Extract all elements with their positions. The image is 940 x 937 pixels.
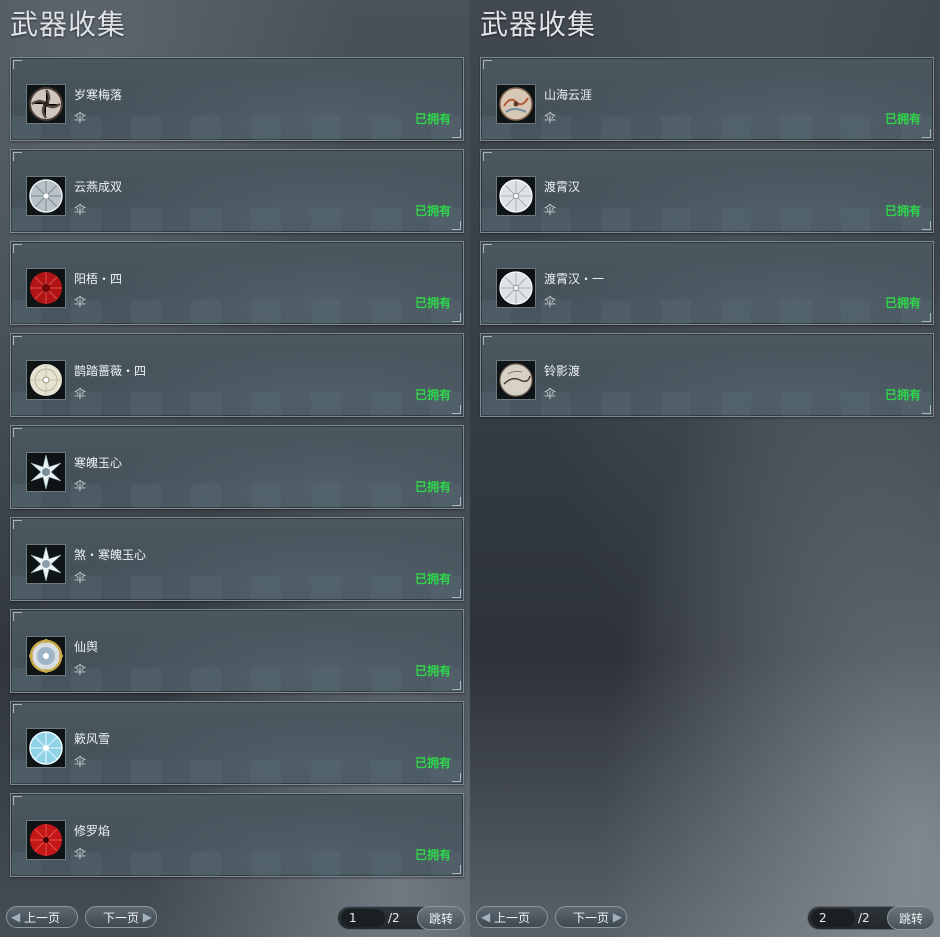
umbrella-icon-ice <box>26 728 66 768</box>
weapon-type: 伞 <box>74 203 87 217</box>
weapon-list: 山海云涯 伞 已拥有 渡霄汉 伞 已拥有 渡霄汉・一 伞 已拥有 铃影渡 伞 已… <box>480 57 934 425</box>
weapon-list: 岁寒梅落 伞 已拥有 云燕成双 伞 已拥有 阳梧・四 伞 已拥有 鹊踏蔷薇・四 … <box>10 57 464 885</box>
page-total: /2 <box>388 911 400 925</box>
page-jump-box: 1 /2 跳转 <box>337 906 465 930</box>
weapon-card[interactable]: 云燕成双 伞 已拥有 <box>10 149 464 233</box>
pagination: ◀ 上一页 下一页 ▶ 1 /2 跳转 <box>0 906 470 930</box>
weapon-type: 伞 <box>74 295 87 309</box>
weapon-name: 寒魄玉心 <box>74 456 123 470</box>
umbrella-icon-painted <box>496 84 536 124</box>
weapon-type: 伞 <box>74 663 87 677</box>
umbrella-icon-crimson <box>26 820 66 860</box>
owned-status: 已拥有 <box>884 204 921 218</box>
weapon-collection-panel-page-2: 武器收集 山海云涯 伞 已拥有 渡霄汉 伞 已拥有 渡霄汉・一 伞 已拥有 铃影… <box>470 0 940 937</box>
weapon-name: 铃影渡 <box>544 364 581 378</box>
weapon-name: 阳梧・四 <box>74 272 123 286</box>
chevron-right-icon: ▶ <box>612 910 622 924</box>
owned-status: 已拥有 <box>414 664 451 678</box>
weapon-type: 伞 <box>74 755 87 769</box>
next-page-button[interactable]: 下一页 ▶ <box>555 906 627 928</box>
owned-status: 已拥有 <box>414 572 451 586</box>
weapon-card[interactable]: 山海云涯 伞 已拥有 <box>480 57 934 141</box>
chevron-left-icon: ◀ <box>481 910 491 924</box>
umbrella-icon-ink <box>496 360 536 400</box>
owned-status: 已拥有 <box>884 296 921 310</box>
weapon-name: 云燕成双 <box>74 180 123 194</box>
weapon-type: 伞 <box>544 203 557 217</box>
weapon-card[interactable]: 阳梧・四 伞 已拥有 <box>10 241 464 325</box>
weapon-type: 伞 <box>544 111 557 125</box>
weapon-name: 岁寒梅落 <box>74 88 123 102</box>
owned-status: 已拥有 <box>414 848 451 862</box>
umbrella-icon-snowflake <box>26 544 66 584</box>
chevron-left-icon: ◀ <box>11 910 21 924</box>
umbrella-icon-silver <box>26 176 66 216</box>
weapon-name: 修罗焰 <box>74 824 111 838</box>
weapon-card[interactable]: 寒魄玉心 伞 已拥有 <box>10 425 464 509</box>
weapon-name: 煞・寒魄玉心 <box>74 548 147 562</box>
jump-button[interactable]: 跳转 <box>887 906 935 930</box>
weapon-card[interactable]: 渡霄汉・一 伞 已拥有 <box>480 241 934 325</box>
weapon-name: 仙舆 <box>74 640 99 654</box>
prev-page-label: 上一页 <box>23 910 60 925</box>
owned-status: 已拥有 <box>414 204 451 218</box>
weapon-type: 伞 <box>74 847 87 861</box>
weapon-name: 山海云涯 <box>544 88 593 102</box>
page-jump-box: 2 /2 跳转 <box>807 906 935 930</box>
weapon-card[interactable]: 岁寒梅落 伞 已拥有 <box>10 57 464 141</box>
weapon-card[interactable]: 仙舆 伞 已拥有 <box>10 609 464 693</box>
weapon-name: 簌风雪 <box>74 732 111 746</box>
weapon-type: 伞 <box>544 295 557 309</box>
owned-status: 已拥有 <box>884 388 921 402</box>
weapon-collection-panel-page-1: 武器收集 岁寒梅落 伞 已拥有 云燕成双 伞 已拥有 阳梧・四 伞 已拥有 鹊踏… <box>0 0 470 937</box>
umbrella-icon-pale <box>26 360 66 400</box>
weapon-type: 伞 <box>74 571 87 585</box>
prev-page-label: 上一页 <box>493 910 530 925</box>
jump-button[interactable]: 跳转 <box>417 906 465 930</box>
owned-status: 已拥有 <box>884 112 921 126</box>
next-page-label: 下一页 <box>102 910 139 925</box>
weapon-type: 伞 <box>74 479 87 493</box>
page-total: /2 <box>858 911 870 925</box>
umbrella-icon-red <box>26 268 66 308</box>
weapon-name: 渡霄汉 <box>544 180 581 194</box>
umbrella-icon-gold <box>26 636 66 676</box>
weapon-card[interactable]: 煞・寒魄玉心 伞 已拥有 <box>10 517 464 601</box>
panel-title: 武器收集 <box>480 8 597 41</box>
umbrella-icon-snowflake <box>26 452 66 492</box>
weapon-card[interactable]: 铃影渡 伞 已拥有 <box>480 333 934 417</box>
umbrella-icon-plum <box>26 84 66 124</box>
chevron-right-icon: ▶ <box>142 910 152 924</box>
weapon-card[interactable]: 簌风雪 伞 已拥有 <box>10 701 464 785</box>
owned-status: 已拥有 <box>414 388 451 402</box>
prev-page-button[interactable]: ◀ 上一页 <box>6 906 78 928</box>
umbrella-icon-white <box>496 176 536 216</box>
weapon-type: 伞 <box>544 387 557 401</box>
weapon-name: 鹊踏蔷薇・四 <box>74 364 147 378</box>
weapon-card[interactable]: 修罗焰 伞 已拥有 <box>10 793 464 877</box>
weapon-card[interactable]: 渡霄汉 伞 已拥有 <box>480 149 934 233</box>
panel-title: 武器收集 <box>10 8 127 41</box>
umbrella-icon-white <box>496 268 536 308</box>
owned-status: 已拥有 <box>414 480 451 494</box>
next-page-label: 下一页 <box>572 910 609 925</box>
weapon-card[interactable]: 鹊踏蔷薇・四 伞 已拥有 <box>10 333 464 417</box>
page-number-input[interactable]: 1 <box>341 909 385 927</box>
next-page-button[interactable]: 下一页 ▶ <box>85 906 157 928</box>
weapon-name: 渡霄汉・一 <box>544 272 605 286</box>
page-number-input[interactable]: 2 <box>811 909 855 927</box>
weapon-type: 伞 <box>74 387 87 401</box>
weapon-type: 伞 <box>74 111 87 125</box>
pagination: ◀ 上一页 下一页 ▶ 2 /2 跳转 <box>470 906 940 930</box>
prev-page-button[interactable]: ◀ 上一页 <box>476 906 548 928</box>
owned-status: 已拥有 <box>414 112 451 126</box>
owned-status: 已拥有 <box>414 756 451 770</box>
owned-status: 已拥有 <box>414 296 451 310</box>
